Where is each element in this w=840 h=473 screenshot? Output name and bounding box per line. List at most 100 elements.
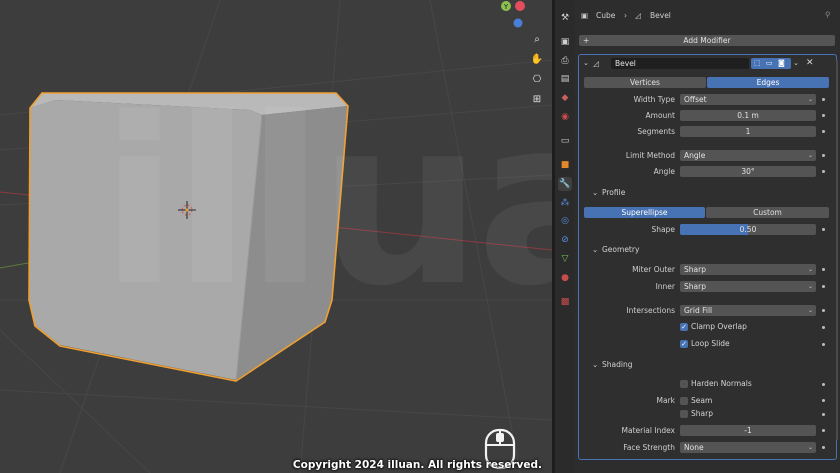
- tab-superellipse[interactable]: Superellipse: [584, 207, 705, 218]
- pin-icon[interactable]: ⚲: [825, 10, 831, 19]
- angle-label: Angle: [653, 167, 675, 176]
- render-icon[interactable]: ▣: [558, 35, 572, 49]
- keyframe-dot-icon[interactable]: [822, 343, 825, 346]
- 3d-viewport[interactable]: illuan Y ⌕ ✋ ⎔ ⊞ Copyright 2024 illuan. …: [0, 0, 552, 473]
- tab-vertices[interactable]: Vertices: [584, 77, 706, 88]
- intersections-dropdown[interactable]: Grid Fill ⌄: [680, 305, 816, 316]
- inner-label: Inner: [655, 282, 675, 291]
- breadcrumb-modifier[interactable]: Bevel: [650, 11, 671, 20]
- keyframe-dot-icon[interactable]: [822, 326, 825, 329]
- world-icon[interactable]: ◉: [558, 110, 572, 124]
- keyframe-dot-icon[interactable]: [822, 268, 825, 271]
- breadcrumb-object[interactable]: Cube: [596, 11, 615, 20]
- zoom-icon[interactable]: ⌕: [529, 31, 545, 47]
- miter-outer-value: Sharp: [684, 265, 706, 274]
- tab-edges[interactable]: Edges: [707, 77, 829, 88]
- keyframe-dot-icon[interactable]: [822, 309, 825, 312]
- render-camera-icon[interactable]: ◙: [778, 58, 785, 69]
- edit-mode-icon[interactable]: ⬚: [754, 58, 761, 69]
- geometry-chevron-icon[interactable]: ⌄: [592, 244, 598, 255]
- harden-normals-label: Harden Normals: [691, 379, 752, 388]
- chevron-down-icon: ⌄: [807, 307, 813, 314]
- texture-icon[interactable]: ▩: [558, 295, 572, 309]
- output-icon[interactable]: ⎙: [558, 54, 572, 68]
- geometry-section-title[interactable]: Geometry: [602, 244, 639, 255]
- scene-icon[interactable]: ◆: [558, 91, 572, 105]
- object-icon: ▣: [581, 11, 589, 20]
- limit-method-label: Limit Method: [625, 151, 675, 160]
- keyframe-dot-icon[interactable]: [822, 429, 825, 432]
- width-type-label: Width Type: [633, 95, 675, 104]
- keyframe-dot-icon[interactable]: [822, 170, 825, 173]
- face-strength-dropdown[interactable]: None ⌄: [680, 442, 816, 453]
- keyframe-dot-icon[interactable]: [822, 228, 825, 231]
- physics-icon[interactable]: ◎: [558, 214, 572, 228]
- navigation-gizmo[interactable]: Y: [496, 0, 532, 32]
- chevron-down-icon: ⌄: [807, 444, 813, 451]
- keyframe-dot-icon[interactable]: [822, 154, 825, 157]
- clamp-overlap-checkbox[interactable]: ✓: [680, 323, 688, 331]
- object-icon[interactable]: ■: [558, 158, 572, 172]
- view-layer-icon[interactable]: ▤: [558, 72, 572, 86]
- collapse-chevron-icon[interactable]: ⌄: [583, 58, 589, 69]
- viewport-scene: [0, 0, 552, 473]
- add-modifier-button[interactable]: + Add Modifier: [579, 35, 835, 46]
- angle-field[interactable]: 30°: [680, 166, 816, 177]
- properties-header: ▣ Cube › ◿ Bevel ⚲: [575, 0, 840, 33]
- sharp-checkbox[interactable]: [680, 410, 688, 418]
- cube-front-face: [29, 100, 262, 380]
- shading-chevron-icon[interactable]: ⌄: [592, 359, 598, 370]
- keyframe-dot-icon[interactable]: [822, 383, 825, 386]
- keyframe-dot-icon[interactable]: [822, 114, 825, 117]
- tab-custom[interactable]: Custom: [706, 207, 829, 218]
- width-type-dropdown[interactable]: Offset ⌄: [680, 94, 816, 105]
- keyframe-dot-icon[interactable]: [822, 98, 825, 101]
- bevel-modifier-icon: ◿: [593, 59, 599, 68]
- keyframe-dot-icon[interactable]: [822, 130, 825, 133]
- camera-view-icon[interactable]: ⎔: [529, 71, 545, 87]
- keyframe-dot-icon[interactable]: [822, 413, 825, 416]
- properties-scrollbar[interactable]: [836, 60, 838, 440]
- shading-section-title[interactable]: Shading: [602, 359, 632, 370]
- copyright-notice: Copyright 2024 illuan. All rights reserv…: [292, 459, 542, 471]
- grid-view-icon[interactable]: ⊞: [529, 91, 545, 107]
- viewport-icon[interactable]: ▭: [766, 58, 773, 69]
- constraints-icon[interactable]: ⊘: [558, 233, 572, 247]
- modifier-wrench-icon[interactable]: 🔧: [558, 177, 572, 191]
- properties-tab-bar: ⚒ ▣ ⎙ ▤ ◆ ◉ ▭ ■ 🔧 ⁂ ◎ ⊘ ▽ ● ▩: [555, 0, 575, 473]
- particles-icon[interactable]: ⁂: [558, 196, 572, 210]
- bevel-modifier-panel: ⌄ ◿ Bevel ⬚ ▭ ◙ ⌄ ✕ Vertices Edges Width…: [578, 54, 837, 460]
- data-mesh-icon[interactable]: ▽: [558, 252, 572, 266]
- keyframe-dot-icon[interactable]: [822, 399, 825, 402]
- plus-icon: +: [583, 36, 590, 45]
- shape-slider[interactable]: 0.50: [680, 224, 816, 235]
- seam-checkbox[interactable]: [680, 397, 688, 405]
- close-icon[interactable]: ✕: [806, 58, 814, 69]
- visibility-toggles[interactable]: ⬚ ▭ ◙: [751, 58, 791, 69]
- segments-field[interactable]: 1: [680, 126, 816, 137]
- harden-normals-checkbox[interactable]: [680, 380, 688, 388]
- sharp-label: Sharp: [691, 409, 713, 418]
- add-modifier-label: Add Modifier: [683, 36, 731, 45]
- material-index-label: Material Index: [621, 426, 676, 435]
- pan-hand-icon[interactable]: ✋: [529, 51, 545, 67]
- keyframe-dot-icon[interactable]: [822, 446, 825, 449]
- modifier-name-field[interactable]: Bevel: [611, 58, 749, 69]
- miter-outer-dropdown[interactable]: Sharp ⌄: [680, 264, 816, 275]
- inner-dropdown[interactable]: Sharp ⌄: [680, 281, 816, 292]
- material-icon[interactable]: ●: [558, 271, 572, 285]
- chevron-down-icon: ⌄: [807, 266, 813, 273]
- material-index-field[interactable]: -1: [680, 425, 816, 436]
- profile-section-title[interactable]: Profile: [602, 187, 625, 198]
- limit-method-dropdown[interactable]: Angle ⌄: [680, 150, 816, 161]
- face-strength-value: None: [684, 443, 704, 452]
- tool-icon[interactable]: ⚒: [558, 11, 572, 25]
- loop-slide-checkbox[interactable]: ✓: [680, 340, 688, 348]
- profile-chevron-icon[interactable]: ⌄: [592, 187, 598, 198]
- amount-field[interactable]: 0.1 m: [680, 110, 816, 121]
- chevron-down-icon: ⌄: [807, 96, 813, 103]
- collection-icon[interactable]: ▭: [558, 134, 572, 148]
- keyframe-dot-icon[interactable]: [822, 285, 825, 288]
- chevron-down-icon: ⌄: [807, 283, 813, 290]
- dropdown-chevron-icon[interactable]: ⌄: [793, 58, 799, 69]
